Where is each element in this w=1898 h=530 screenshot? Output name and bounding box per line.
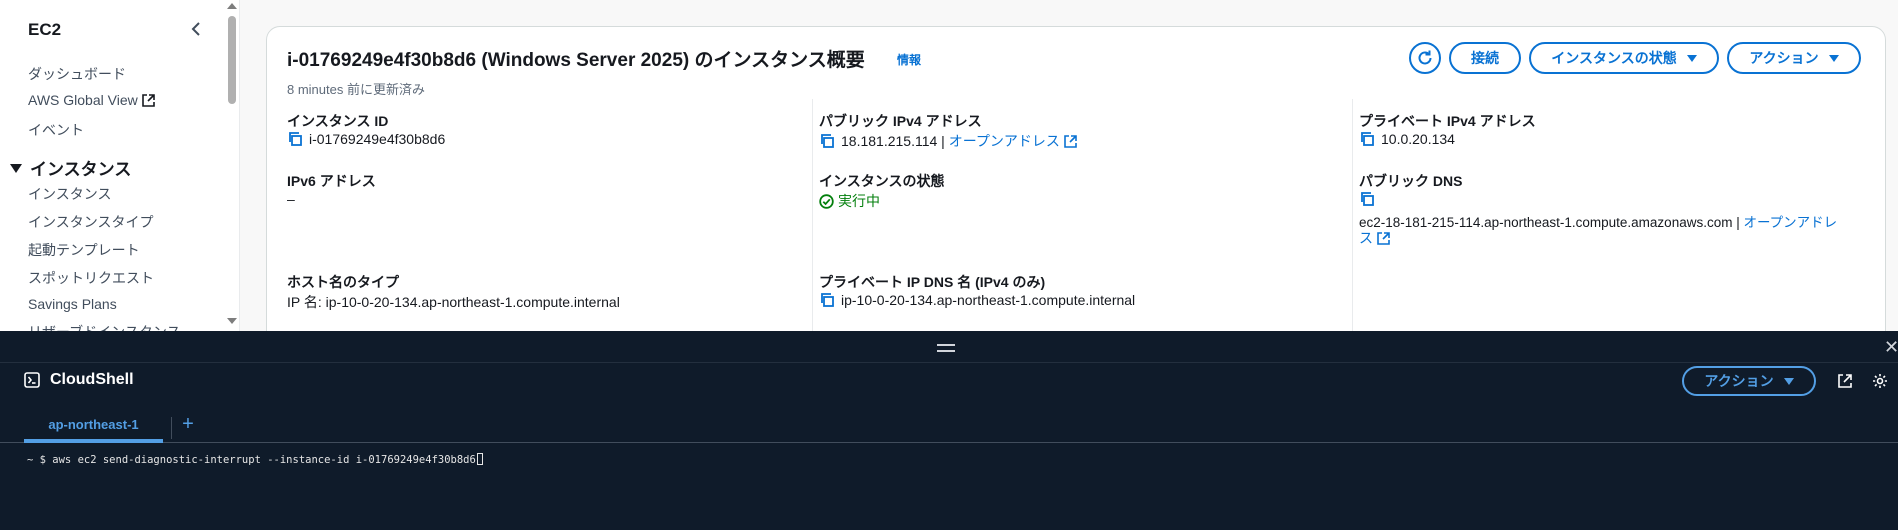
sidebar-item-label: AWS Global View [28, 92, 138, 108]
tab-separator [171, 417, 172, 439]
tab-ap-northeast-1[interactable]: ap-northeast-1 [24, 411, 163, 443]
hostname-type-value: IP 名: ip-10-0-20-134.ap-northeast-1.comp… [287, 294, 620, 310]
gear-icon[interactable] [1872, 373, 1888, 394]
sidebar-item-dashboard[interactable]: ダッシュボード [28, 64, 126, 84]
open-address-link[interactable]: オープンアドレス [949, 133, 1077, 149]
open-address-label: オープンアドレス [948, 133, 1060, 149]
caret-down-icon [1828, 54, 1839, 62]
drag-handle-icon[interactable] [937, 344, 955, 352]
caret-down-icon [1686, 54, 1697, 62]
actions-dropdown[interactable]: アクション [1727, 42, 1861, 74]
private-dns-value: ip-10-0-20-134.ap-northeast-1.compute.in… [819, 292, 1135, 311]
public-dns-open-link[interactable]: オープンアドレ [1743, 215, 1837, 230]
cloudshell-panel: ✕ CloudShell アクション ap-northeast-1 + ~ $ … [0, 331, 1898, 530]
cloudshell-tabs: ap-northeast-1 + [0, 411, 1898, 443]
instance-state-value: 実行中 [819, 191, 880, 211]
open-new-window-icon[interactable] [1837, 373, 1853, 394]
instance-id-label: インスタンス ID [287, 113, 389, 129]
private-ipv4-label: プライベート IPv4 アドレス [1359, 113, 1536, 129]
public-dns-value: ec2-18-181-215-114.ap-northeast-1.comput… [1359, 215, 1838, 230]
refresh-button[interactable] [1409, 42, 1441, 74]
sidebar-item-global-view[interactable]: AWS Global View [28, 92, 155, 110]
column-divider [1352, 99, 1353, 349]
cloudshell-actions-dropdown[interactable]: アクション [1682, 366, 1816, 396]
updated-timestamp: 8 minutes 前に更新済み [287, 82, 425, 97]
page-title: i-01769249e4f30b8d6 (Windows Server 2025… [287, 50, 865, 71]
private-dns-text: ip-10-0-20-134.ap-northeast-1.compute.in… [841, 292, 1136, 308]
external-link-icon [141, 94, 155, 110]
sidebar-section-label: インスタンス [30, 160, 132, 179]
terminal-output[interactable]: ~ $ aws ec2 send-diagnostic-interrupt --… [27, 453, 483, 466]
sidebar-item-reserved-instances[interactable]: リザーブドインスタンス [28, 322, 181, 331]
main-content: i-01769249e4f30b8d6 (Windows Server 2025… [240, 0, 1898, 349]
instance-id-text: i-01769249e4f30b8d6 [309, 131, 446, 147]
copy-icon[interactable] [819, 292, 835, 311]
success-check-icon [819, 194, 834, 209]
scroll-thumb[interactable] [228, 16, 236, 104]
connect-button[interactable]: 接続 [1449, 42, 1521, 74]
sidebar-item-events[interactable]: イベント [28, 120, 84, 140]
sidebar-item-instance-types[interactable]: インスタンスタイプ [28, 212, 153, 232]
external-link-icon [1064, 135, 1077, 151]
private-ipv4-text: 10.0.20.134 [1381, 131, 1455, 147]
public-ipv4-text: 18.181.215.114 [841, 133, 938, 149]
sidebar-item-instances[interactable]: インスタンス [28, 184, 111, 204]
public-dns-text: ec2-18-181-215-114.ap-northeast-1.comput… [1359, 215, 1733, 230]
close-icon[interactable]: ✕ [1884, 337, 1898, 358]
column-divider [812, 99, 813, 349]
actions-label: アクション [1749, 50, 1819, 66]
instance-state-label: インスタンスの状態 [1551, 50, 1677, 66]
sidebar-section-instances[interactable]: インスタンス [10, 155, 131, 180]
public-ipv4-label: パブリック IPv4 アドレス [819, 113, 982, 129]
sidebar: EC2 ダッシュボード AWS Global View イベント インスタンス … [0, 0, 240, 331]
cloudshell-actions-label: アクション [1704, 373, 1774, 389]
caret-down-icon [1783, 377, 1794, 385]
private-ipv4-value: 10.0.20.134 [1359, 131, 1455, 150]
cloudshell-resize-bar[interactable]: ✕ [0, 331, 1898, 363]
instance-id-value: i-01769249e4f30b8d6 [287, 131, 445, 150]
terminal-cursor [476, 453, 483, 465]
instance-state-dropdown[interactable]: インスタンスの状態 [1529, 42, 1719, 74]
caret-down-icon [10, 164, 22, 173]
sidebar-item-savings-plans[interactable]: Savings Plans [28, 296, 117, 312]
info-link[interactable]: 情報 [897, 51, 921, 68]
hostname-type-label: ホスト名のタイプ [287, 274, 399, 290]
scroll-down-arrow-icon[interactable] [227, 318, 237, 324]
instance-summary-card: i-01769249e4f30b8d6 (Windows Server 2025… [266, 26, 1886, 349]
sidebar-title: EC2 [28, 20, 62, 39]
ipv6-value: – [287, 191, 295, 207]
instance-state-text: 実行中 [838, 193, 880, 209]
collapse-sidebar-icon[interactable] [186, 18, 206, 40]
refresh-icon [1418, 50, 1432, 65]
instance-state-field-label: インスタンスの状態 [819, 173, 945, 189]
scroll-up-arrow-icon[interactable] [227, 3, 237, 9]
cloudshell-title: CloudShell [50, 371, 134, 388]
copy-icon[interactable] [819, 133, 835, 152]
add-tab-button[interactable]: + [180, 413, 196, 436]
public-dns-label: パブリック DNS [1359, 173, 1463, 189]
external-link-icon [1377, 232, 1390, 248]
public-dns-open-tail: ス [1359, 230, 1373, 246]
sidebar-item-launch-templates[interactable]: 起動テンプレート [28, 240, 140, 260]
copy-icon[interactable] [287, 131, 303, 150]
sidebar-scrollbar[interactable] [226, 0, 238, 331]
copy-icon[interactable] [1359, 191, 1375, 210]
sidebar-item-spot-requests[interactable]: スポットリクエスト [28, 268, 154, 288]
private-dns-label: プライベート IP DNS 名 (IPv4 のみ) [819, 274, 1046, 290]
public-ipv4-value: 18.181.215.114 | オープンアドレス [819, 131, 1077, 152]
copy-icon[interactable] [1359, 131, 1375, 150]
ipv6-label: IPv6 アドレス [287, 173, 376, 189]
public-dns-open-link-tail[interactable]: ス [1359, 228, 1390, 248]
terminal-icon [24, 372, 40, 393]
public-dns-copy [1359, 191, 1381, 210]
terminal-command-line: ~ $ aws ec2 send-diagnostic-interrupt --… [27, 454, 476, 466]
